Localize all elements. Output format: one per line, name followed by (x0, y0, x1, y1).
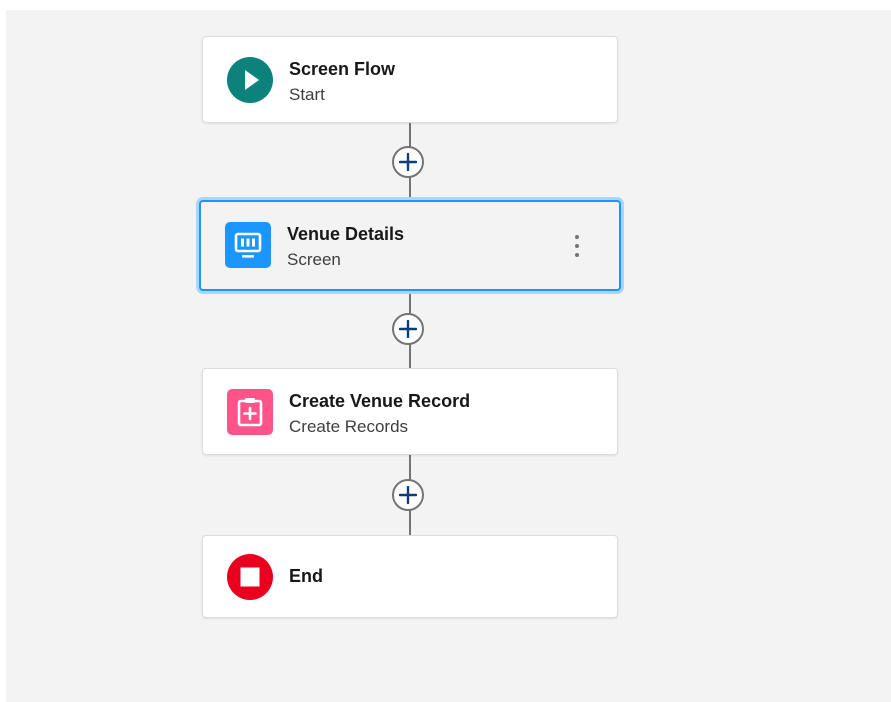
node-title: Venue Details (287, 224, 405, 244)
plus-icon (399, 486, 417, 504)
flow-node-screen[interactable]: Venue Details Screen (199, 200, 621, 291)
node-title: Screen Flow (289, 59, 396, 79)
stop-icon (227, 554, 273, 600)
node-title: End (289, 566, 323, 586)
kebab-dot (575, 235, 579, 239)
add-element-button[interactable] (392, 313, 424, 345)
flow-node-end[interactable]: End (202, 535, 618, 618)
plus-icon (399, 320, 417, 338)
create-records-icon (227, 389, 273, 435)
add-element-button[interactable] (392, 479, 424, 511)
screen-icon (225, 222, 271, 268)
add-element-button[interactable] (392, 146, 424, 178)
plus-icon (399, 153, 417, 171)
node-subtitle: Screen (287, 250, 341, 269)
flow-node-create-records[interactable]: Create Venue Record Create Records (202, 368, 618, 455)
flow-node-start[interactable]: Screen Flow Start (202, 36, 618, 123)
node-subtitle: Start (289, 85, 325, 104)
kebab-dot (575, 244, 579, 248)
node-subtitle: Create Records (289, 417, 409, 436)
node-actions-menu-button[interactable] (573, 235, 581, 257)
kebab-dot (575, 253, 579, 257)
play-icon (227, 57, 273, 103)
node-title: Create Venue Record (289, 391, 471, 411)
